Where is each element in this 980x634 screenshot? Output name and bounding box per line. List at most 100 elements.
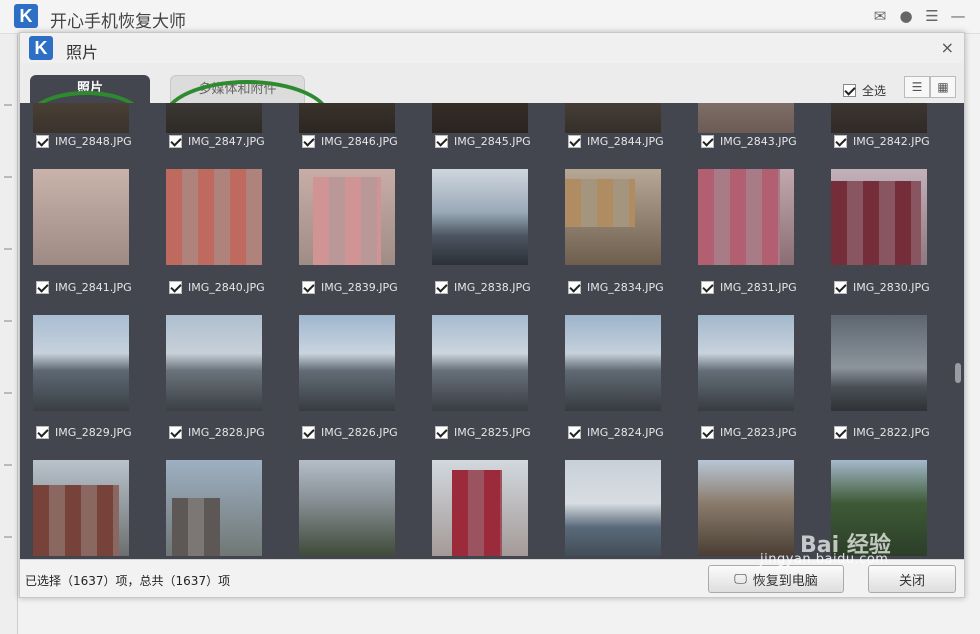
- photo-item-label[interactable]: IMG_2841.JPG: [36, 281, 161, 294]
- photo-thumbnail[interactable]: [565, 103, 661, 133]
- photo-item-label[interactable]: IMG_2830.JPG: [834, 281, 952, 294]
- photo-checkbox[interactable]: [302, 135, 315, 148]
- photo-thumbnail[interactable]: [166, 460, 262, 556]
- photo-checkbox[interactable]: [568, 135, 581, 148]
- photo-filename: IMG_2844.JPG: [587, 135, 664, 148]
- photo-thumbnail[interactable]: [432, 169, 528, 265]
- select-all-label: 全选: [861, 84, 886, 98]
- close-button[interactable]: 关闭: [868, 565, 956, 593]
- photo-thumbnail[interactable]: [565, 315, 661, 411]
- photo-checkbox[interactable]: [435, 281, 448, 294]
- calendar-view-icon[interactable]: ▦: [930, 76, 956, 98]
- photo-checkbox[interactable]: [834, 135, 847, 148]
- photo-checkbox[interactable]: [568, 281, 581, 294]
- minimize-icon[interactable]: —: [948, 6, 968, 26]
- photo-filename: IMG_2823.JPG: [720, 426, 797, 439]
- photo-filename: IMG_2848.JPG: [55, 135, 132, 148]
- photo-thumbnail[interactable]: [698, 460, 794, 556]
- photo-item-label[interactable]: IMG_2845.JPG: [435, 135, 560, 148]
- photo-thumbnail[interactable]: [299, 103, 395, 133]
- photo-item-label[interactable]: IMG_2825.JPG: [435, 426, 560, 439]
- photo-item-label[interactable]: IMG_2834.JPG: [568, 281, 693, 294]
- photo-item-label[interactable]: IMG_2843.JPG: [701, 135, 826, 148]
- photo-checkbox[interactable]: [302, 281, 315, 294]
- select-all-control[interactable]: 全选: [842, 82, 886, 99]
- photo-filename: IMG_2829.JPG: [55, 426, 132, 439]
- photo-thumbnail[interactable]: [698, 103, 794, 133]
- photo-item-label[interactable]: IMG_2844.JPG: [568, 135, 693, 148]
- photo-thumbnail[interactable]: [166, 315, 262, 411]
- photo-thumbnail[interactable]: [33, 315, 129, 411]
- photo-item-label[interactable]: IMG_2831.JPG: [701, 281, 826, 294]
- app-title-bar: K 开心手机恢复大师 ✉ ● ☰ —: [0, 0, 980, 34]
- photo-thumbnail[interactable]: [432, 315, 528, 411]
- tab-photos[interactable]: 照片: [30, 75, 150, 103]
- select-all-checkbox[interactable]: [842, 84, 856, 97]
- photo-item-label[interactable]: IMG_2839.JPG: [302, 281, 427, 294]
- photo-thumbnail[interactable]: [33, 103, 129, 133]
- photo-item-label[interactable]: IMG_2846.JPG: [302, 135, 427, 148]
- photo-checkbox[interactable]: [701, 426, 714, 439]
- photo-checkbox[interactable]: [568, 426, 581, 439]
- photo-checkbox[interactable]: [435, 426, 448, 439]
- photo-checkbox[interactable]: [435, 135, 448, 148]
- photo-item-label[interactable]: IMG_2838.JPG: [435, 281, 560, 294]
- photo-thumbnail[interactable]: [565, 169, 661, 265]
- dialog-logo-icon: K: [29, 36, 53, 60]
- photo-thumbnail[interactable]: [698, 169, 794, 265]
- photo-item-label[interactable]: IMG_2840.JPG: [169, 281, 294, 294]
- chat-icon[interactable]: ●: [896, 6, 916, 26]
- photo-thumbnail[interactable]: [831, 103, 927, 133]
- photo-checkbox[interactable]: [169, 135, 182, 148]
- photo-thumbnail[interactable]: [432, 460, 528, 556]
- photo-thumbnail[interactable]: [831, 169, 927, 265]
- photo-checkbox[interactable]: [36, 426, 49, 439]
- photo-thumbnail[interactable]: [698, 315, 794, 411]
- tab-bar: 照片 多媒体和附件: [20, 63, 964, 156]
- photo-item-label[interactable]: IMG_2822.JPG: [834, 426, 952, 439]
- photo-filename: IMG_2842.JPG: [853, 135, 930, 148]
- photo-checkbox[interactable]: [834, 426, 847, 439]
- photo-item-label[interactable]: IMG_2848.JPG: [36, 135, 161, 148]
- photo-item-label[interactable]: IMG_2824.JPG: [568, 426, 693, 439]
- photo-thumbnail[interactable]: [565, 460, 661, 556]
- photo-checkbox[interactable]: [169, 426, 182, 439]
- computer-icon: 🖵: [734, 571, 747, 587]
- photo-checkbox[interactable]: [701, 281, 714, 294]
- tab-media-attachments[interactable]: 多媒体和附件: [170, 75, 305, 103]
- photo-thumbnail[interactable]: [299, 460, 395, 556]
- grid-scrollbar[interactable]: [952, 103, 964, 559]
- scroll-thumb[interactable]: [955, 363, 961, 383]
- photo-item-label[interactable]: IMG_2842.JPG: [834, 135, 952, 148]
- list-view-icon[interactable]: ☰: [904, 76, 930, 98]
- photo-thumbnail[interactable]: [299, 169, 395, 265]
- photo-thumbnail[interactable]: [33, 460, 129, 556]
- photo-filename: IMG_2824.JPG: [587, 426, 664, 439]
- photo-checkbox[interactable]: [834, 281, 847, 294]
- restore-to-computer-button[interactable]: 🖵 恢复到电脑: [708, 565, 844, 593]
- photo-item-label[interactable]: IMG_2828.JPG: [169, 426, 294, 439]
- photo-checkbox[interactable]: [36, 281, 49, 294]
- photo-thumbnail[interactable]: [166, 103, 262, 133]
- photo-item-label[interactable]: IMG_2826.JPG: [302, 426, 427, 439]
- photo-thumbnail[interactable]: [299, 315, 395, 411]
- wechat-icon[interactable]: ✉: [870, 6, 890, 26]
- photo-thumbnail[interactable]: [831, 315, 927, 411]
- photo-item-label[interactable]: IMG_2829.JPG: [36, 426, 161, 439]
- photo-checkbox[interactable]: [36, 135, 49, 148]
- photo-filename: IMG_2831.JPG: [720, 281, 797, 294]
- photo-thumbnail[interactable]: [166, 169, 262, 265]
- photo-thumbnail[interactable]: [432, 103, 528, 133]
- photo-checkbox[interactable]: [169, 281, 182, 294]
- photo-filename: IMG_2847.JPG: [188, 135, 265, 148]
- photo-item-label[interactable]: IMG_2847.JPG: [169, 135, 294, 148]
- menu-icon[interactable]: ☰: [922, 6, 942, 26]
- photo-filename: IMG_2843.JPG: [720, 135, 797, 148]
- photo-checkbox[interactable]: [302, 426, 315, 439]
- photo-item-label[interactable]: IMG_2823.JPG: [701, 426, 826, 439]
- pixelated-mosaic: [831, 181, 921, 265]
- photo-filename: IMG_2822.JPG: [853, 426, 930, 439]
- dialog-close-button[interactable]: ×: [941, 38, 954, 57]
- photo-thumbnail[interactable]: [33, 169, 129, 265]
- photo-checkbox[interactable]: [701, 135, 714, 148]
